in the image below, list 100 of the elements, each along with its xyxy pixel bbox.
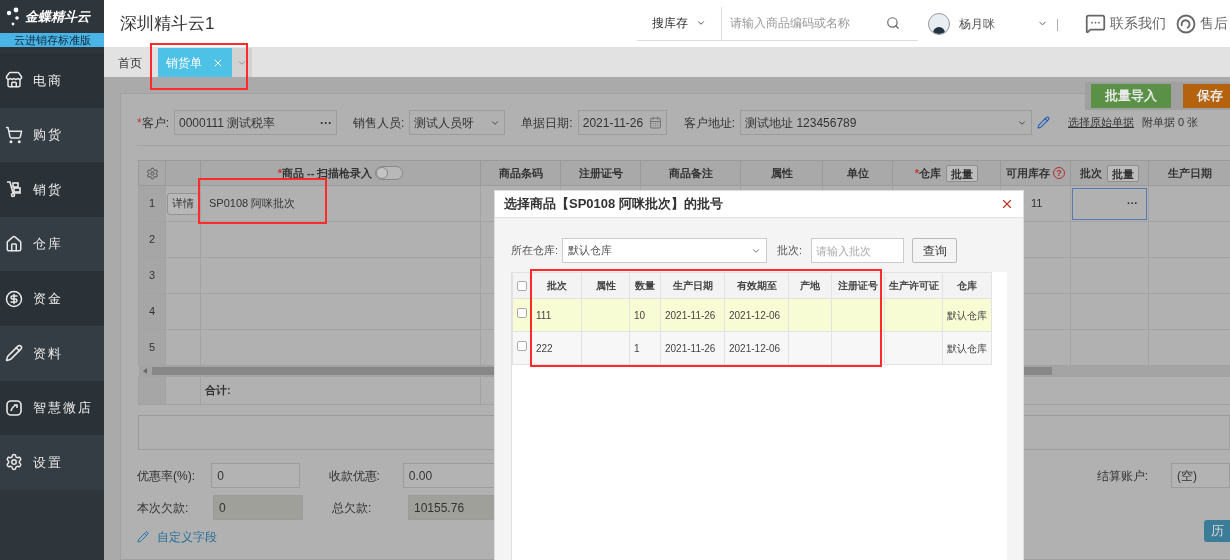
field-label: 客户地址: [683,114,736,132]
batch-button[interactable]: 批量 [1107,164,1139,182]
table-cell: 2021-12-06 [729,309,781,321]
batch-cell[interactable]: ··· [1072,187,1147,220]
field-label: 本次欠款: [137,499,190,517]
contact-link[interactable]: 联系我们 [1110,13,1167,34]
house-icon [5,235,23,254]
checkbox[interactable] [517,308,527,318]
sidebar-item[interactable]: 购货 [0,107,104,163]
column-header: 有效期至 [736,280,777,291]
search-scope-dropdown[interactable]: 搜库存 [637,6,722,40]
table-cell: 默认仓库 [947,309,987,321]
row-number: 2 [138,221,166,258]
table-cell: SP0108 阿咪批次 [209,197,296,210]
store-icon [5,71,23,90]
date-field[interactable]: 2021-11-26 [577,110,667,135]
user-name[interactable]: 杨月咪 [959,14,1037,33]
required-mark: * [277,166,282,179]
lookup-button[interactable]: ··· [320,113,332,132]
tab-menu-button[interactable] [232,48,252,77]
sidebar-item[interactable]: 智慧微店 [0,380,104,436]
table-cell: 11 [1031,197,1043,210]
row-number: 4 [138,293,166,330]
column-header: 数量 [635,280,655,291]
dialog-title: 选择商品【SP0108 阿咪批次】的批号 [504,195,723,214]
field-label: 单据日期: [521,114,573,132]
table-cell: 1 [634,342,640,354]
sidebar-item[interactable]: 仓库 [0,216,104,272]
column-header: 单位 [846,165,869,181]
checkbox[interactable] [517,280,527,291]
dollar-icon [5,289,23,308]
column-header: 生产日期 [672,280,713,291]
batch-button[interactable]: 批量 [946,164,979,182]
column-header: 属性 [595,280,616,291]
sidebar-item[interactable]: 资料 [0,325,104,381]
row-number: 5 [138,329,166,366]
warehouse-select[interactable]: 默认仓库 [562,238,768,263]
column-header: 商品条码 [498,165,543,181]
field-label: 总欠款: [332,499,373,517]
column-header: 仓库 [957,280,977,291]
chat-icon[interactable] [1085,13,1107,34]
table-cell: 2021-11-26 [665,309,716,321]
field-label: 收款优惠: [328,467,381,485]
batch-field[interactable]: 请输入批次 [811,238,905,263]
sidebar-item[interactable]: 设置 [0,435,104,490]
logo-icon [6,6,22,27]
history-button[interactable]: 历 [1204,520,1230,542]
after-sales-link[interactable]: 售后 [1200,13,1229,34]
settings-icon[interactable] [145,166,159,180]
column-header: 可用库存 [1006,165,1050,181]
avatar[interactable] [928,12,950,35]
search-icon[interactable] [886,16,900,30]
input-field[interactable]: 0 [211,463,300,488]
required-mark: * [137,115,142,130]
pencil-icon[interactable] [137,531,149,543]
column-header: *商品 -- 扫描枪录入 [277,165,373,181]
column-header: 注册证号 [838,280,878,291]
attachments-text: 附单据 0 张 [1142,115,1199,131]
field-label: 结算账户: [1096,467,1150,485]
query-button[interactable]: 查询 [912,238,958,263]
close-icon[interactable] [1000,197,1014,211]
detail-button[interactable]: 详情 [167,192,199,215]
row-number: 3 [138,257,166,294]
column-header: 属性 [770,165,793,181]
checkbox[interactable] [517,341,527,351]
field-label: 优惠率(%): [137,467,196,485]
logo-text: 金蝶精斗云 [25,7,90,26]
column-header: 生产许可证 [888,280,939,291]
search-field[interactable]: 请输入商品编码或名称 [722,6,886,40]
input-field[interactable]: (空) [1171,463,1230,488]
required-mark: * [914,166,920,179]
sidebar-item[interactable]: 资金 [0,271,104,326]
pencil-icon[interactable] [1037,116,1051,129]
toggle-switch[interactable] [375,166,404,180]
field-label: 批次: [777,243,803,259]
sidebar-item[interactable]: 电商 [0,53,104,108]
batch-row[interactable]: 111 10 2021-11-26 2021-12-06 默认仓库 [512,298,992,332]
calendar-icon[interactable] [648,116,662,129]
hand-truck-icon [5,180,23,199]
customer-field[interactable]: 0000111 测试税率 ··· [174,110,337,135]
salesperson-select[interactable]: 测试人员呀 [409,110,506,135]
field-label: 所在仓库: [511,243,559,259]
refresh-circle-icon[interactable] [1176,13,1197,34]
sidebar-item[interactable]: 销货 [0,162,104,217]
column-header: 批次 [1080,165,1102,181]
field-label: 销售人员: [353,114,405,132]
shop-app-icon [5,398,23,417]
caret-icon [696,18,706,28]
column-header: 生产日期 [1167,165,1212,181]
batch-row[interactable]: 222 1 2021-11-26 2021-12-06 默认仓库 [512,331,992,365]
source-link[interactable]: 选择原始单据 [1068,114,1135,131]
table-cell: 222 [536,342,553,354]
column-header: 商品备注 [668,165,713,181]
edition-badge: 云进销存标准版 [0,33,104,47]
toolbar-button[interactable]: 保存 [1183,84,1230,108]
row-number: 1 [138,185,166,222]
field-label: *客户: [137,114,169,132]
address-select[interactable]: 测试地址 123456789 [740,110,1033,135]
company-title: 深圳精斗云1 [120,12,216,35]
tab[interactable]: 首页 [118,48,142,77]
